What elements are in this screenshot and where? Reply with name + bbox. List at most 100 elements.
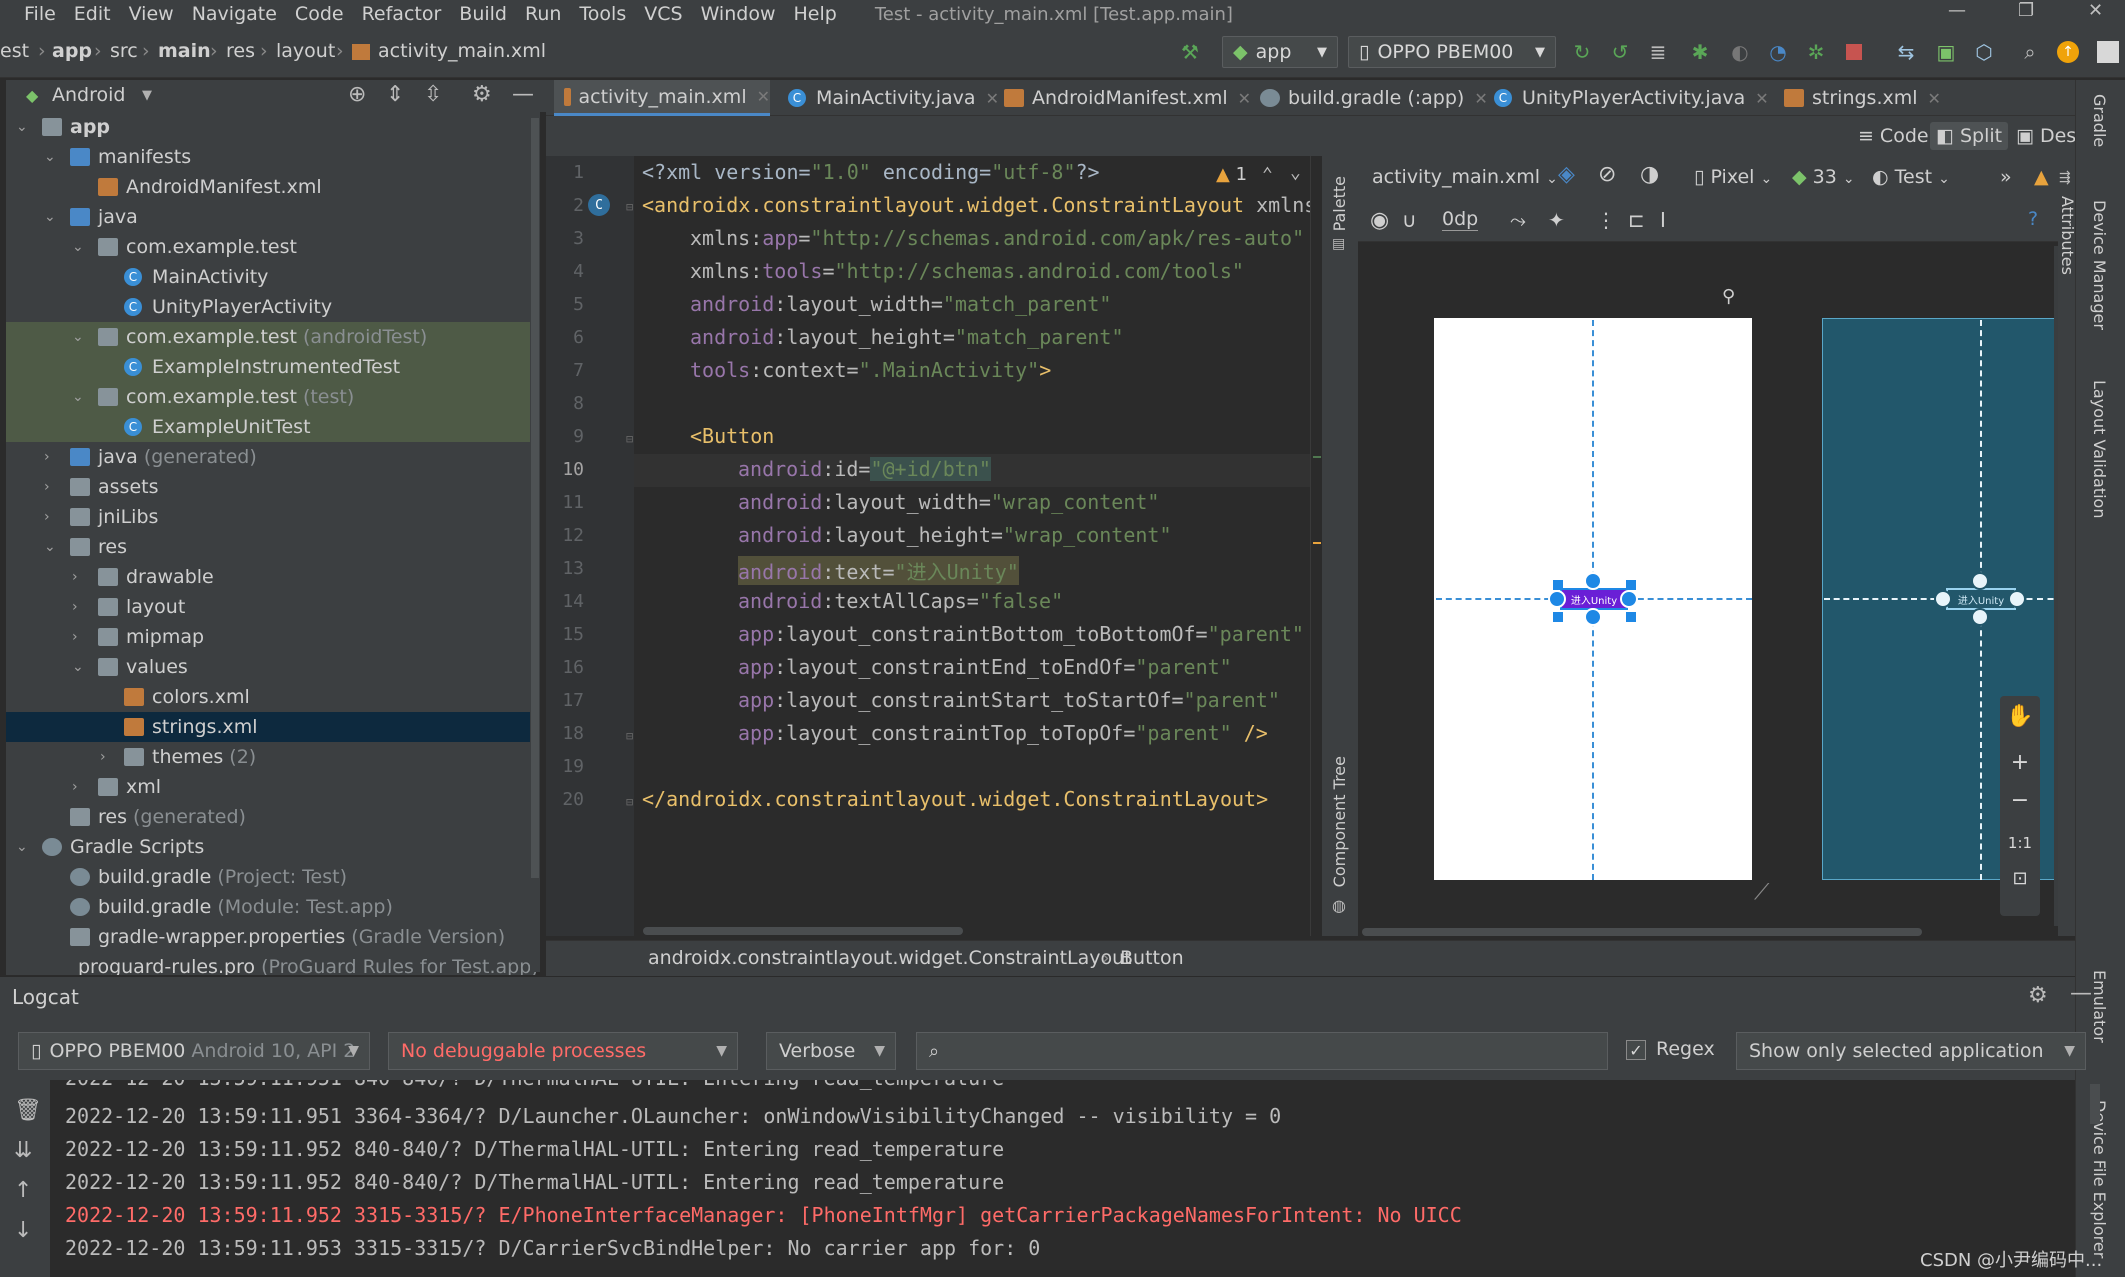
logcat-process-select[interactable]: No debuggable processes ▼ (388, 1032, 738, 1070)
fold-icon[interactable]: ⊟ (626, 729, 633, 743)
theme-dropdown[interactable]: ◐ Test ⌄ (1872, 166, 1950, 188)
tree-item-androidmanifest[interactable]: AndroidManifest.xml (6, 172, 536, 202)
expand-all-icon[interactable]: ⇕ (386, 82, 404, 107)
tree-item-build-gradle-module[interactable]: build.gradle (Module: Test.app) (6, 892, 536, 922)
device-dropdown[interactable]: ▯ OPPO PBEM00 ▼ (1348, 36, 1556, 68)
project-view-selector[interactable]: Android (52, 84, 125, 106)
tree-item-assets[interactable]: › assets (6, 472, 536, 502)
tree-item-mipmap[interactable]: › mipmap (6, 622, 536, 652)
arrow-down-icon[interactable]: ↓ (14, 1218, 32, 1243)
resize-corner-icon[interactable]: ⟋ (1754, 880, 1769, 905)
breadcrumb-file[interactable]: activity_main.xml (378, 40, 546, 62)
run-config-dropdown[interactable]: ◆ app ▼ (1222, 36, 1338, 68)
warning-indicator[interactable]: ▲ 1 (1216, 164, 1247, 185)
tab-build-gradle[interactable]: build.gradle (:app) ✕ (1260, 80, 1488, 116)
project-scrollbar[interactable] (530, 112, 540, 972)
gear-icon[interactable]: ⚙ (2028, 983, 2048, 1008)
logcat-filter-select[interactable]: Show only selected application ▼ (1736, 1032, 2086, 1070)
resize-handle[interactable] (1626, 612, 1636, 622)
logcat-output[interactable]: 2022-12-20 13:59:11.951 840-840/? D/Ther… (50, 1080, 2075, 1277)
menu-vcs[interactable]: VCS (644, 3, 682, 25)
device-preview-dropdown[interactable]: ▯ Pixel ⌄ (1694, 166, 1772, 188)
fold-icon[interactable]: ⊟ (626, 200, 633, 214)
trash-icon[interactable]: 🗑 (14, 1098, 42, 1123)
constraint-handle[interactable] (1620, 590, 1638, 608)
close-tab-icon[interactable]: ✕ (1928, 89, 1941, 108)
menu-window[interactable]: Window (701, 3, 776, 25)
tree-item-strings[interactable]: strings.xml (6, 712, 536, 742)
previous-highlight-icon[interactable]: ⌃ (1262, 164, 1273, 185)
run-tests-icon[interactable]: ≣ (1646, 40, 1670, 64)
constraint-handle[interactable] (1934, 590, 1952, 608)
tree-item-jnilibs[interactable]: › jniLibs (6, 502, 536, 532)
device-manager-tab[interactable]: Device Manager (2090, 200, 2109, 330)
layout-validation-tab[interactable]: Layout Validation (2090, 380, 2109, 518)
tree-item-res-generated[interactable]: res (generated) (6, 802, 536, 832)
split-view-button[interactable]: ◧ Split (1930, 122, 2009, 150)
baseline-icon[interactable]: Ι (1660, 208, 1666, 232)
preview-button[interactable]: 进入Unity (1560, 588, 1628, 610)
tree-item-package-androidtest[interactable]: ⌄ com.example.test (androidTest) (6, 322, 536, 352)
apply-changes-icon[interactable]: ↻ (1570, 40, 1594, 64)
locate-icon[interactable]: ⊕ (348, 82, 366, 107)
breadcrumb-main[interactable]: main (158, 40, 211, 62)
orientation-icon[interactable]: ⊘ (1598, 162, 1616, 187)
avd-manager-icon[interactable]: ▣ (1934, 40, 1958, 64)
gradle-tab[interactable]: Gradle (2090, 94, 2109, 147)
palette-tab[interactable]: Palette (1330, 176, 1349, 231)
component-tree-tab[interactable]: Component Tree (1330, 756, 1349, 887)
breadcrumb-src[interactable]: src (110, 40, 138, 62)
tab-activity-main[interactable]: activity_main.xml ✕ (554, 80, 770, 116)
gear-icon[interactable]: ⚙ (472, 82, 492, 107)
menu-run[interactable]: Run (525, 3, 561, 25)
avatar[interactable] (2096, 40, 2120, 64)
resize-handle[interactable] (1626, 580, 1636, 590)
menu-refactor[interactable]: Refactor (362, 3, 442, 25)
eye-icon[interactable]: ◉ (1370, 208, 1389, 233)
menu-tools[interactable]: Tools (579, 3, 626, 25)
profiler-icon[interactable]: ◔ (1766, 40, 1790, 64)
editor-error-stripe[interactable] (1310, 156, 1322, 936)
logcat-level-select[interactable]: Verbose ▼ (766, 1032, 896, 1070)
tab-strings[interactable]: strings.xml ✕ (1784, 80, 1941, 116)
class-link-icon[interactable]: C (588, 194, 610, 216)
crumb-button[interactable]: Button (1120, 947, 1184, 969)
menu-navigate[interactable]: Navigate (192, 3, 277, 25)
collapse-all-icon[interactable]: ⇳ (424, 82, 442, 107)
api-level-dropdown[interactable]: ◆ 33 ⌄ (1792, 166, 1855, 188)
search-icon[interactable]: ⌕ (2018, 40, 2042, 64)
menu-view[interactable]: View (129, 3, 174, 25)
stop-icon[interactable] (1842, 40, 1866, 64)
design-horizontal-scrollbar[interactable] (1362, 928, 1922, 936)
restore-icon[interactable]: ❐ (2018, 0, 2034, 21)
debug-icon[interactable]: ✱ (1688, 40, 1712, 64)
breadcrumb-res[interactable]: res (226, 40, 255, 62)
regex-checkbox[interactable]: ✓ (1626, 1040, 1646, 1060)
tree-item-package[interactable]: ⌄ com.example.test (6, 232, 536, 262)
tree-item-app[interactable]: ⌄ app (6, 112, 536, 142)
hide-icon[interactable]: — (512, 82, 534, 107)
close-tab-icon[interactable]: ✕ (986, 89, 999, 108)
tree-item-manifests[interactable]: ⌄ manifests (6, 142, 536, 172)
apply-code-changes-icon[interactable]: ↺ (1608, 40, 1632, 64)
tree-item-colors[interactable]: colors.xml (6, 682, 536, 712)
emulator-tab[interactable]: Emulator (2090, 970, 2109, 1043)
attach-debugger-icon[interactable]: ◐ (1728, 40, 1752, 64)
updates-icon[interactable]: ↑ (2056, 40, 2080, 64)
tree-item-unityplayeractivity[interactable]: C UnityPlayerActivity (6, 292, 536, 322)
pin-icon[interactable]: ⚲ (1722, 286, 1735, 307)
align-icon[interactable]: ⊏ (1628, 208, 1645, 232)
tab-androidmanifest[interactable]: AndroidManifest.xml ✕ (1004, 80, 1251, 116)
menu-file[interactable]: File (24, 3, 56, 25)
sdk-manager-icon[interactable]: ⬡ (1972, 40, 1996, 64)
logcat-device-select[interactable]: ▯ OPPO PBEM00 Android 10, API 2 ▼ (18, 1032, 370, 1070)
tree-item-res[interactable]: ⌄ res (6, 532, 536, 562)
editor-horizontal-scrollbar[interactable] (643, 927, 963, 935)
tree-item-package-test[interactable]: ⌄ com.example.test (test) (6, 382, 536, 412)
layers-icon[interactable]: ◈ (1558, 162, 1575, 187)
tree-item-proguard[interactable]: proguard-rules.pro (ProGuard Rules for T… (6, 952, 536, 975)
chevron-down-icon[interactable]: ▼ (142, 88, 152, 103)
logcat-scrollbar[interactable] (2090, 1084, 2100, 1124)
attach-process-icon[interactable]: ✲ (1804, 40, 1828, 64)
help-icon[interactable]: ? (2028, 208, 2038, 230)
